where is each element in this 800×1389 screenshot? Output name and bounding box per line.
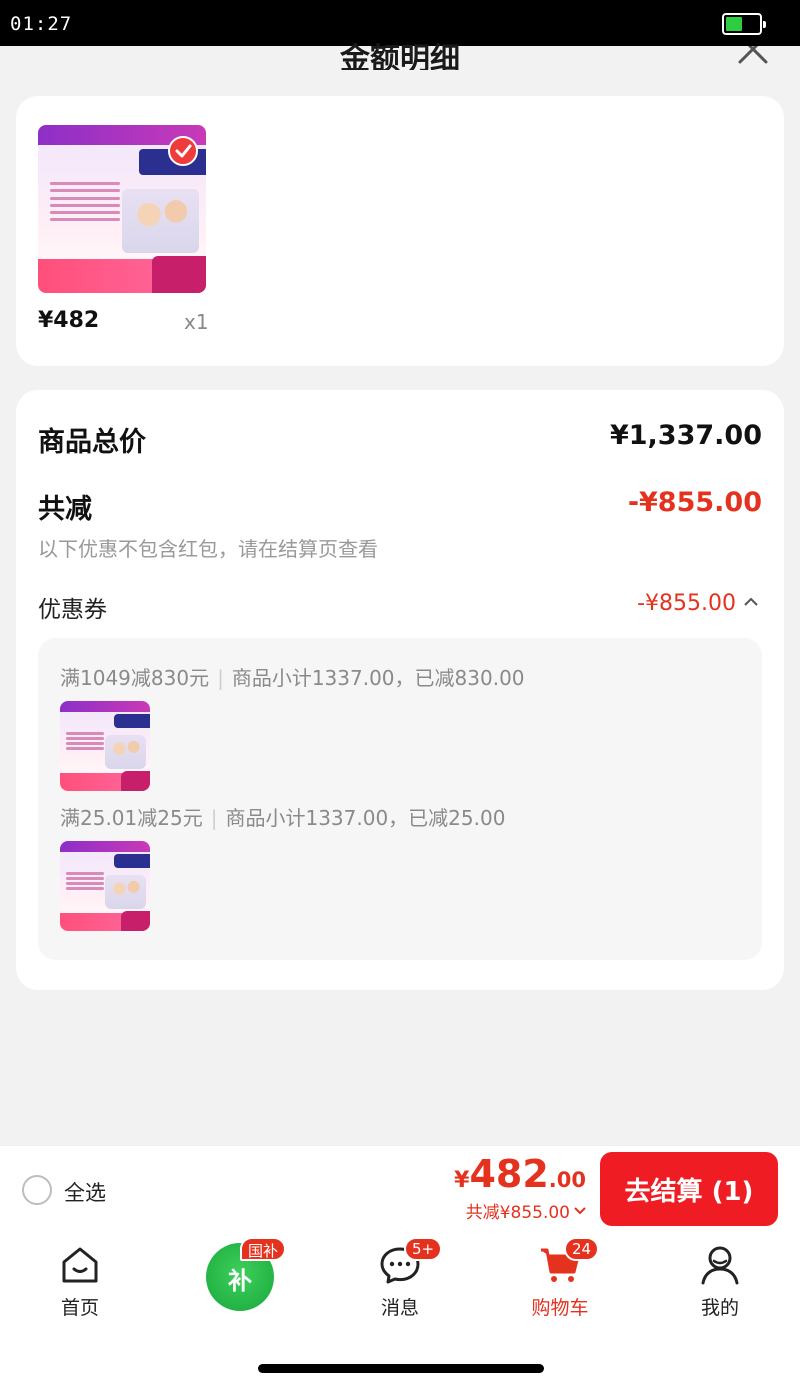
coupon-product-image (60, 701, 150, 791)
tab-messages[interactable]: 5+ 消息 (320, 1231, 480, 1331)
message-badge: 5+ (404, 1237, 443, 1261)
close-icon (738, 46, 768, 64)
chevron-up-icon (744, 597, 758, 606)
profile-icon (701, 1246, 739, 1285)
sheet-title: 金额明细 (340, 42, 460, 70)
reduce-note: 以下优惠不包含红包，请在结算页查看 (38, 537, 378, 561)
total-price-value: ¥1,337.00 (609, 420, 762, 451)
checkout-total-price: ¥482.00 (454, 1152, 586, 1196)
checkout-bar: 全选 ¥482.00 共减¥855.00 去结算 (1) (0, 1145, 800, 1231)
coupon-rule: 满1049减830元 (60, 666, 210, 690)
coupon-product-image (60, 841, 150, 931)
coupon-item: 满25.01减25元 | 商品小计1337.00，已减25.00 (60, 806, 506, 830)
coupon-summary: 商品小计1337.00，已减830.00 (231, 666, 525, 690)
product-card: ¥482 x1 (16, 96, 784, 366)
product-price: ¥482 (38, 308, 100, 333)
checkout-reduce-text: 共减¥855.00 (465, 1203, 570, 1223)
tab-label: 首页 (60, 1297, 99, 1319)
select-all-radio[interactable] (22, 1175, 52, 1205)
coupon-rule: 满25.01减25元 (60, 806, 203, 830)
coupon-item: 满1049减830元 | 商品小计1337.00，已减830.00 (60, 666, 525, 690)
tab-me[interactable]: 我的 (640, 1231, 800, 1331)
checkout-reduce-toggle[interactable]: 共减¥855.00 (466, 1198, 586, 1223)
tab-label: 购物车 (531, 1297, 589, 1319)
home-icon (62, 1247, 98, 1283)
subsidy-badge: 国补 (240, 1237, 287, 1261)
total-reduce-label: 共减 (38, 494, 92, 525)
total-price-label: 商品总价 (38, 427, 146, 458)
checkout-button[interactable]: 去结算 (1) (600, 1152, 778, 1226)
total-reduce-value: -¥855.00 (627, 487, 762, 518)
selected-check-icon[interactable] (168, 136, 198, 166)
coupon-label: 优惠券 (38, 597, 107, 623)
select-all-label[interactable]: 全选 (64, 1177, 106, 1207)
tab-subsidy[interactable]: 补 国补 (160, 1231, 320, 1331)
coupon-value: -¥855.00 (637, 591, 736, 616)
coupon-list: 满1049减830元 | 商品小计1337.00，已减830.00 满25.01减2… (38, 638, 762, 960)
tab-label: 我的 (700, 1297, 739, 1319)
coupon-toggle[interactable]: -¥855.00 (637, 591, 758, 616)
close-button[interactable] (734, 46, 772, 68)
home-indicator (258, 1364, 544, 1373)
product-quantity: x1 (184, 310, 209, 334)
tab-home[interactable]: 首页 (0, 1231, 160, 1331)
chevron-down-icon (574, 1206, 586, 1214)
cart-badge: 24 (564, 1237, 600, 1261)
tab-label: 消息 (380, 1297, 419, 1319)
coupon-summary: 商品小计1337.00，已减25.00 (225, 806, 506, 830)
tab-cart[interactable]: 24 购物车 (480, 1231, 640, 1331)
price-detail-card: 商品总价 ¥1,337.00 共减 -¥855.00 以下优惠不包含红包，请在结… (16, 390, 784, 990)
